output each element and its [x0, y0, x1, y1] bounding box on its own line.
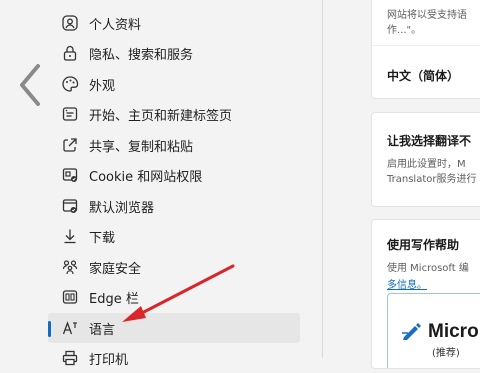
sidebar-item-label: 开始、主页和新建标签页: [89, 108, 233, 124]
sidebar-item-label: Cookie 和网站权限: [89, 169, 203, 185]
default-browser-icon: [62, 199, 78, 213]
sidebar-item-start-page[interactable]: 开始、主页和新建标签页: [48, 99, 300, 129]
sidebar-item-share-copy-paste[interactable]: 共享、复制和粘贴: [48, 130, 300, 160]
editor-pen-icon: [402, 323, 421, 340]
card-divider: [372, 45, 480, 46]
card-description-line: 启用此设置时，M: [387, 159, 466, 170]
start-page-icon: [62, 107, 78, 121]
more-info-link[interactable]: 多信息。: [387, 276, 427, 291]
card-description-line: 网站将以受支持语: [387, 10, 467, 21]
editor-brand-text: Micro: [428, 321, 479, 342]
sidebar-item-appearance[interactable]: 外观: [48, 69, 300, 99]
sidebar-item-label: 默认浏览器: [89, 200, 155, 216]
sidebar-item-edge-bar[interactable]: Edge 栏: [48, 282, 300, 312]
sidebar-item-label: 个人资料: [89, 17, 142, 33]
writing-assistance-card: 使用写作帮助 使用 Microsoft 编 多信息。 Micro (推荐): [371, 219, 480, 369]
sidebar-item-label: Edge 栏: [89, 291, 139, 307]
sidebar-item-privacy[interactable]: 隐私、搜索和服务: [48, 38, 300, 68]
card-description-line: 使用 Microsoft 编: [387, 263, 469, 274]
card-title: 使用写作帮助: [387, 238, 460, 252]
sidebar-item-printers[interactable]: 打印机: [48, 343, 300, 373]
sidebar-item-label: 下载: [89, 230, 116, 246]
preferred-languages-card: 网站将以受支持语 作..."。 中文（简体）: [371, 0, 480, 99]
card-description-line: 作..."。: [387, 25, 422, 36]
profile-icon: [62, 15, 78, 31]
sidebar-item-languages[interactable]: 语言: [48, 313, 300, 343]
sidebar-item-downloads[interactable]: 下载: [48, 221, 300, 251]
card-title: 让我选择翻译不: [387, 134, 472, 148]
language-settings-content: 网站将以受支持语 作..."。 中文（简体） 让我选择翻译不 启用此设置时，M …: [323, 0, 480, 369]
sidebar-item-profile[interactable]: 个人资料: [48, 8, 300, 38]
sidebar-item-cookies[interactable]: Cookie 和网站权限: [48, 160, 300, 190]
download-icon: [64, 229, 76, 244]
sidebar-item-default-browser[interactable]: 默认浏览器: [48, 191, 300, 221]
sidebar-item-family-safety[interactable]: 家庭安全: [48, 252, 300, 282]
family-icon: [62, 260, 78, 275]
sidebar-item-label: 打印机: [89, 352, 129, 368]
selection-indicator: [48, 321, 51, 337]
language-name[interactable]: 中文（简体）: [387, 67, 459, 84]
card-description-line: Translator服务进行: [387, 174, 477, 185]
settings-sidebar: 个人资料 隐私、搜索和服务 外观 开始、主页和新建标签页 共享、复制和粘贴 Co…: [0, 0, 322, 368]
share-icon: [63, 138, 77, 152]
language-icon: [62, 321, 77, 335]
lock-icon: [63, 45, 77, 61]
sidebar-item-label: 隐私、搜索和服务: [89, 47, 194, 63]
site-permissions-icon: [62, 168, 78, 182]
sidebar-item-label: 家庭安全: [89, 261, 142, 277]
sidebar-item-label: 共享、复制和粘贴: [89, 139, 194, 155]
translate-offer-card: 让我选择翻译不 启用此设置时，M Translator服务进行: [371, 112, 480, 207]
back-arrow-icon[interactable]: [14, 62, 48, 108]
sidebar-item-label: 外观: [89, 78, 116, 94]
edge-bar-icon: [62, 290, 78, 304]
appearance-icon: [62, 76, 79, 92]
recommended-label: (推荐): [432, 348, 460, 359]
sidebar-item-label: 语言: [89, 322, 116, 338]
printer-icon: [62, 350, 78, 366]
